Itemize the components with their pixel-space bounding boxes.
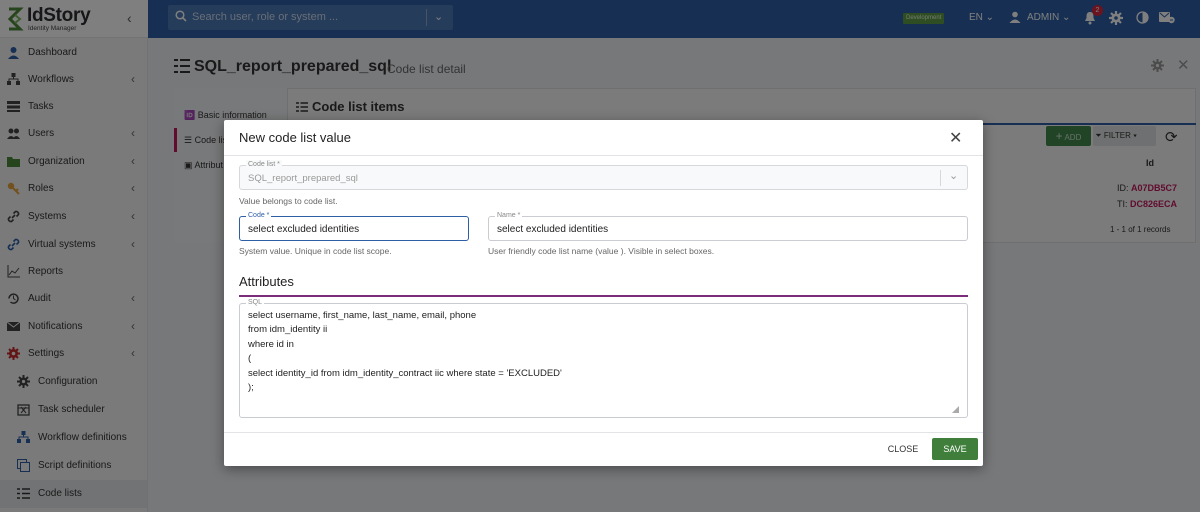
attributes-heading: Attributes — [239, 274, 294, 289]
sql-line: from idm_identity ii — [248, 324, 328, 335]
field-label: Name * — [495, 211, 523, 220]
sql-line: ( — [248, 353, 252, 364]
attributes-underline — [239, 295, 968, 297]
chevron-down-icon: ⌄ — [949, 170, 959, 182]
resize-handle-icon[interactable] — [952, 406, 959, 413]
dialog-title: New code list value — [239, 130, 351, 145]
save-button[interactable]: SAVE — [932, 438, 978, 460]
divider — [224, 432, 983, 433]
field-label: Code * — [246, 211, 272, 220]
code-input[interactable]: Code * select excluded identities — [239, 211, 469, 241]
field-value: select excluded identities — [248, 224, 360, 235]
new-code-list-value-dialog: New code list value ✕ Code list * SQL_re… — [224, 120, 983, 466]
name-hint: User friendly code list name (value ). V… — [488, 246, 715, 256]
divider — [940, 170, 941, 186]
name-input[interactable]: Name * select excluded identities — [488, 211, 968, 241]
field-label: Code list * — [246, 160, 282, 169]
field-value: SQL_report_prepared_sql — [248, 173, 358, 184]
sql-line: ); — [248, 382, 254, 393]
close-button[interactable]: CLOSE — [880, 439, 926, 459]
sql-line: where id in — [248, 339, 294, 350]
sql-textarea[interactable]: SQL select username, first_name, last_na… — [239, 298, 968, 418]
close-icon[interactable]: ✕ — [949, 128, 962, 148]
sql-line: select identity_id from idm_identity_con… — [248, 368, 562, 379]
code-list-hint: Value belongs to code list. — [239, 196, 338, 206]
field-label: SQL — [246, 298, 265, 307]
field-value: select excluded identities — [497, 224, 609, 235]
code-hint: System value. Unique in code list scope. — [239, 246, 392, 256]
divider — [224, 155, 983, 156]
sql-line: select username, first_name, last_name, … — [248, 310, 477, 321]
code-list-select: Code list * SQL_report_prepared_sql ⌄ — [239, 160, 968, 190]
